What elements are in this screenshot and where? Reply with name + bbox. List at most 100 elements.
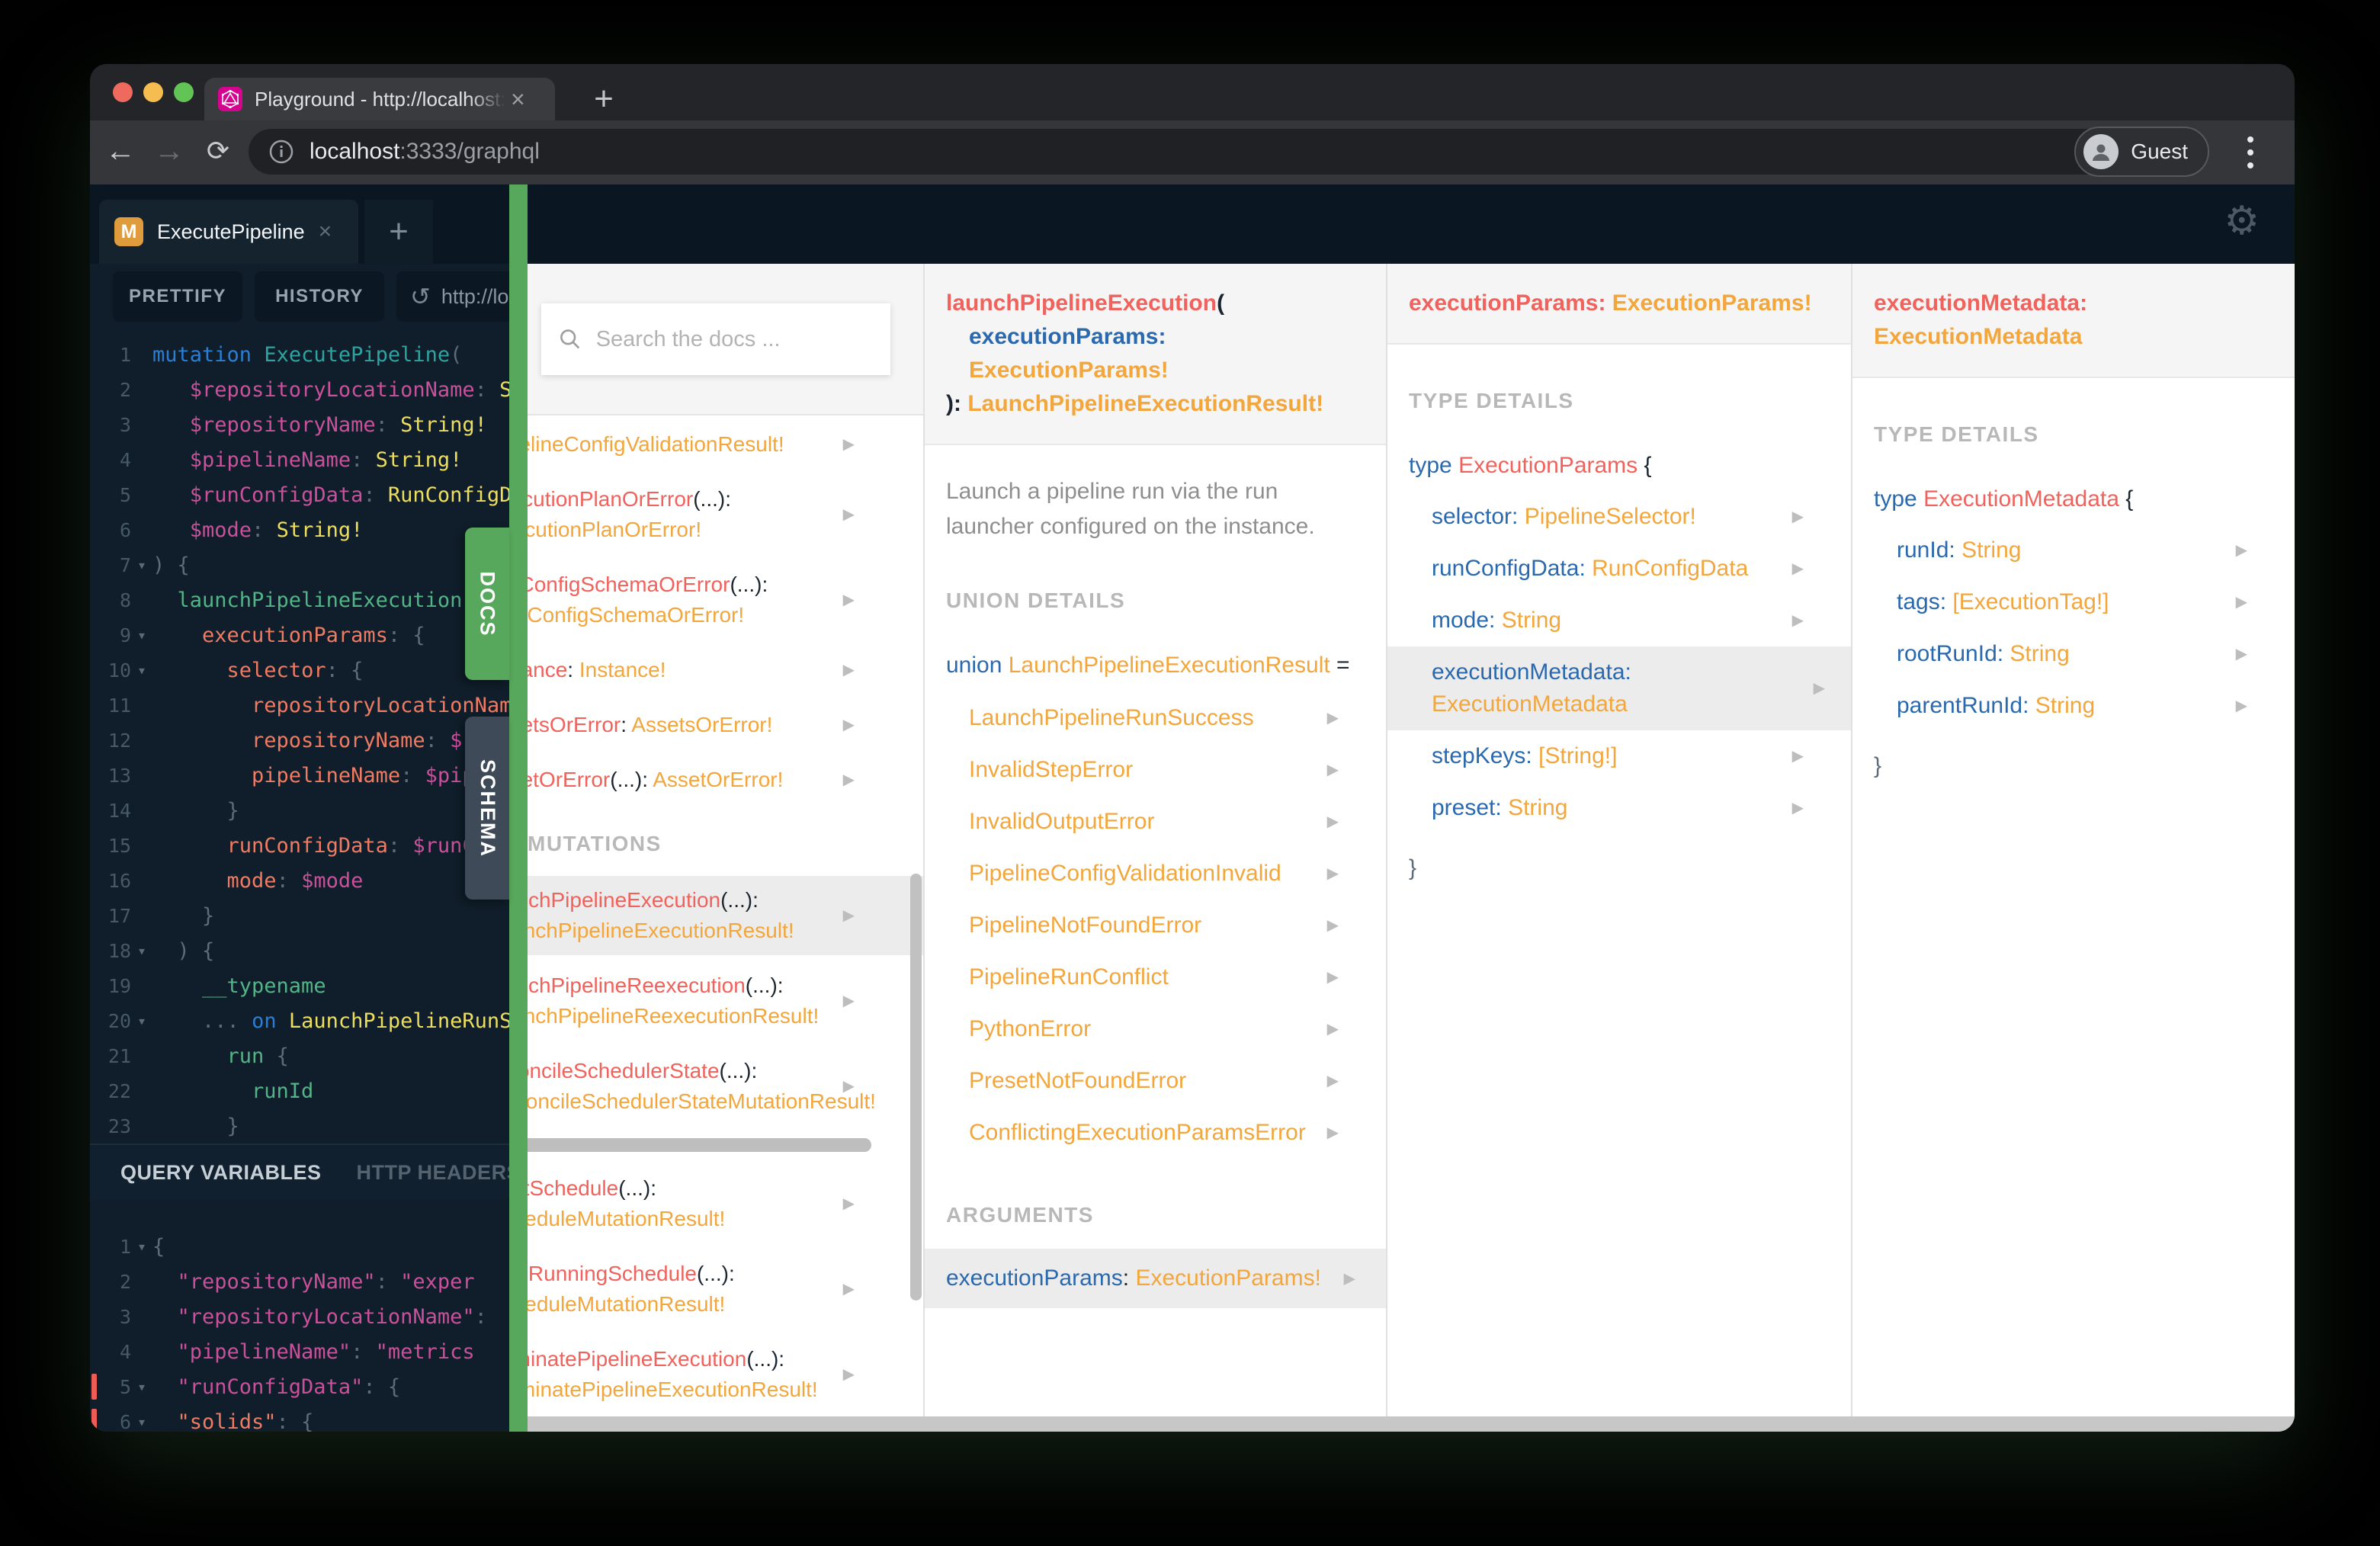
union-member-PresetNotFoundError[interactable]: PresetNotFoundError ▶: [946, 1055, 1365, 1107]
type-field-rootRunId[interactable]: rootRunId: String ▶: [1874, 628, 2273, 680]
back-icon[interactable]: ←: [99, 130, 142, 172]
editor-line: 17}: [107, 903, 215, 928]
playground-app: M ExecutePipeline × + ⚙ PRETTIFY HISTORY…: [90, 184, 2295, 1432]
settings-gear-icon[interactable]: ⚙: [2224, 201, 2260, 241]
type-field-parentRunId[interactable]: parentRunId: String ▶: [1874, 680, 2273, 732]
mutation-badge: M: [114, 217, 143, 246]
add-tab-button[interactable]: +: [364, 200, 433, 264]
query-editor[interactable]: 1 mutation ExecutePipeline(2 $repositoryLo…: [90, 337, 509, 1143]
union-member-InvalidOutputError[interactable]: InvalidOutputError ▶: [946, 796, 1365, 848]
avatar: [2083, 134, 2119, 169]
docs-column-executionparams: executionParams: ExecutionParams! TYPE D…: [1387, 264, 1852, 1416]
type-field-selector[interactable]: selector: PipelineSelector! ▶: [1409, 491, 1830, 543]
argument-row-executionparams[interactable]: executionParams: ExecutionParams! ▶: [925, 1249, 1386, 1308]
forward-icon[interactable]: →: [148, 130, 191, 172]
chevron-right-icon: ▶: [1326, 813, 1339, 830]
window-close-button[interactable]: [113, 82, 133, 102]
union-member-PipelineConfigValidationInvalid[interactable]: PipelineConfigValidationInvalid ▶: [946, 848, 1365, 900]
type-declaration: type ExecutionMetadata {: [1874, 486, 2134, 512]
tab-query-variables[interactable]: QUERY VARIABLES: [120, 1161, 322, 1185]
browser-window: Playground - http://localhost:33 × + ← →…: [90, 64, 2295, 1432]
editor-line: 4 $pipelineName: String!: [119, 447, 463, 472]
editor-tab-title: ExecutePipeline: [157, 220, 305, 243]
window-zoom-button[interactable]: [174, 82, 194, 102]
horizontal-scrollbar[interactable]: [528, 1416, 2295, 1432]
new-tab-button[interactable]: +: [584, 79, 624, 119]
editor-line: 4 "pipelineName": "metrics: [119, 1339, 475, 1364]
window-minimize-button[interactable]: [143, 82, 163, 102]
chevron-right-icon: ▶: [2235, 698, 2247, 714]
search-input[interactable]: [595, 326, 874, 352]
prettify-button[interactable]: PRETTIFY: [113, 271, 242, 322]
tab-docs[interactable]: DOCS: [465, 528, 509, 680]
docs-field-partial[interactable]: PipelineConfigValidationResult!▶: [528, 420, 923, 469]
chevron-right-icon: ▶: [1326, 710, 1339, 726]
docs-column-launchpipelineexecution: launchPipelineExecution( executionParams…: [925, 264, 1387, 1416]
endpoint-input[interactable]: ↺ http://loc: [396, 271, 509, 322]
docs-search-header: [528, 264, 923, 415]
docs-search-box[interactable]: [541, 303, 890, 375]
chevron-right-icon: ▶: [1791, 800, 1804, 816]
docs-field-reconcileSchedulerState[interactable]: reconcileSchedulerState(...):ReconcileSc…: [528, 1047, 923, 1126]
editor-line: 18 ▾) {: [107, 938, 215, 963]
docs-field-terminatePipelineExecution[interactable]: terminatePipelineExecution(...):Terminat…: [528, 1335, 923, 1414]
arguments-label: ARGUMENTS: [946, 1203, 1094, 1227]
docs-field-startSchedule[interactable]: startSchedule(...):ScheduleMutationResul…: [528, 1164, 923, 1243]
type-field-stepKeys[interactable]: stepKeys: [String!] ▶: [1409, 730, 1830, 782]
type-field-mode[interactable]: mode: String ▶: [1409, 595, 1830, 646]
docs-description: Launch a pipeline run via the run launch…: [946, 479, 1315, 539]
union-member-PipelineRunConflict[interactable]: PipelineRunConflict ▶: [946, 951, 1365, 1003]
docs-field-instance[interactable]: instance: Instance!▶: [528, 646, 923, 694]
docs-field-stopRunningSchedule[interactable]: stopRunningSchedule(...):ScheduleMutatio…: [528, 1249, 923, 1329]
horizontal-scrollbar-thumb[interactable]: [528, 1138, 871, 1152]
type-details-label: TYPE DETAILS: [1874, 422, 2039, 446]
mutations-section-label: MUTATIONS: [528, 832, 662, 855]
vertical-scrollbar[interactable]: [910, 874, 922, 1301]
editor-line: 19 __typename: [107, 973, 326, 998]
editor-line: 6 $mode: String!: [119, 518, 364, 542]
type-field-runConfigData[interactable]: runConfigData: RunConfigData ▶: [1409, 543, 1830, 595]
tab-http-headers[interactable]: HTTP HEADERS: [357, 1161, 509, 1185]
editor-tab-close-icon[interactable]: ×: [319, 219, 332, 245]
chevron-right-icon: ▶: [842, 662, 855, 678]
docs-divider-strip[interactable]: [509, 184, 528, 1432]
browser-tab[interactable]: Playground - http://localhost:33 ×: [204, 78, 555, 120]
browser-toolbar: ← → ⟳ localhost:3333/graphql Guest: [90, 120, 2295, 184]
union-member-ConflictingExecutionParamsError[interactable]: ConflictingExecutionParamsError ▶: [946, 1107, 1365, 1159]
endpoint-reload-icon[interactable]: ↺: [410, 282, 431, 311]
tab-schema[interactable]: SCHEMA: [465, 717, 509, 900]
type-details-label: TYPE DETAILS: [1409, 389, 1574, 412]
union-member-LaunchPipelineRunSuccess[interactable]: LaunchPipelineRunSuccess ▶: [946, 692, 1365, 744]
type-field-list: selector: PipelineSelector! ▶ runConfigDat…: [1387, 491, 1851, 834]
browser-tabstrip: Playground - http://localhost:33 × +: [90, 64, 2295, 120]
docs-field-executionPlanOrError[interactable]: executionPlanOrError(...):ExecutionPlanO…: [528, 475, 923, 554]
type-field-runId[interactable]: runId: String ▶: [1874, 524, 2273, 576]
docs-field-launchPipelineExecution[interactable]: launchPipelineExecution(...):LaunchPipel…: [528, 876, 923, 955]
variables-editor[interactable]: 1 ▾{2 "repositoryName": "exper 3 "repository…: [90, 1200, 509, 1432]
docs-type-signature: executionMetadata: ExecutionMetadata: [1852, 264, 2295, 378]
docs-field-assetsOrError[interactable]: assetsOrError: AssetsOrError!▶: [528, 701, 923, 749]
profile-button[interactable]: Guest: [2074, 127, 2209, 177]
editor-line: 2$repositoryLocationName: String!: [119, 377, 509, 402]
type-declaration: type ExecutionParams {: [1409, 453, 1652, 478]
union-member-InvalidStepError[interactable]: InvalidStepError ▶: [946, 744, 1365, 796]
editor-tab-executepipeline[interactable]: M ExecutePipeline ×: [99, 200, 358, 264]
editor-line: 10 ▾ selector: {: [107, 658, 364, 682]
reload-icon[interactable]: ⟳: [197, 130, 239, 172]
type-field-tags[interactable]: tags: [ExecutionTag!] ▶: [1874, 576, 2273, 628]
union-member-PipelineNotFoundError[interactable]: PipelineNotFoundError ▶: [946, 900, 1365, 951]
union-details-label: UNION DETAILS: [946, 589, 1126, 612]
editor-pane: PRETTIFY HISTORY ↺ http://loc 1mutation …: [90, 264, 509, 1432]
union-member-PythonError[interactable]: PythonError ▶: [946, 1003, 1365, 1055]
history-button[interactable]: HISTORY: [255, 271, 384, 322]
browser-menu-icon[interactable]: [2235, 133, 2266, 172]
tab-close-icon[interactable]: ×: [511, 85, 525, 114]
type-field-executionMetadata[interactable]: executionMetadata: ExecutionMetadata ▶: [1387, 646, 1851, 730]
type-field-preset[interactable]: preset: String ▶: [1409, 782, 1830, 834]
chevron-right-icon: ▶: [842, 436, 855, 453]
editor-line: 12repositoryName: $repositoryName: [107, 728, 509, 752]
docs-field-launchPipelineReexecution[interactable]: launchPipelineReexecution(...):LaunchPip…: [528, 961, 923, 1041]
docs-field-runConfigSchemaOrError[interactable]: runConfigSchemaOrError(...):RunConfigSch…: [528, 560, 923, 640]
docs-field-assetOrError[interactable]: assetOrError(...): AssetOrError!▶: [528, 755, 923, 804]
url-bar[interactable]: localhost:3333/graphql: [249, 129, 2115, 175]
